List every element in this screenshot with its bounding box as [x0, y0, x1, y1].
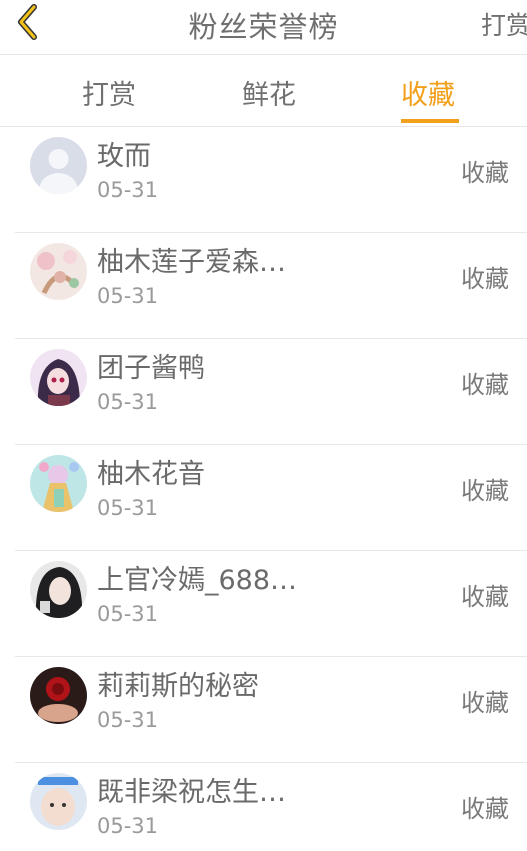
user-name: 柚木莲子爱森…: [97, 247, 286, 278]
page-title: 粉丝荣誉榜: [188, 10, 339, 44]
date: 05-31: [97, 390, 159, 414]
tab-favorites[interactable]: 收藏: [401, 73, 455, 112]
list-item[interactable]: 柚木花音 05-31 收藏: [0, 445, 527, 551]
action-label: 收藏: [461, 477, 509, 505]
user-name: 上官冷嫣_688…: [97, 565, 298, 596]
action-label: 收藏: [461, 159, 509, 187]
default-avatar: [30, 137, 87, 194]
user-name: 玫而: [97, 141, 151, 172]
fan-honor-page: 粉丝荣誉榜 打赏 打赏 鲜花 收藏 玫而 05-31 收藏 柚木莲子爱森… 05…: [0, 0, 527, 851]
date: 05-31: [97, 602, 159, 626]
action-label: 收藏: [461, 265, 509, 293]
action-label: 收藏: [461, 371, 509, 399]
dark-hair-avatar: [30, 561, 87, 618]
list-item[interactable]: 上官冷嫣_688… 05-31 收藏: [0, 551, 527, 657]
tab-tip[interactable]: 打赏: [82, 73, 136, 112]
anime-girl-avatar: [30, 349, 87, 406]
date: 05-31: [97, 708, 159, 732]
red-rose-avatar: [30, 667, 87, 724]
date: 05-31: [97, 496, 159, 520]
action-label: 收藏: [461, 689, 509, 717]
user-name: 柚木花音: [97, 459, 205, 490]
list-item[interactable]: 玫而 05-31 收藏: [0, 127, 527, 233]
date: 05-31: [97, 814, 159, 838]
list-item[interactable]: 团子酱鸭 05-31 收藏: [0, 339, 527, 445]
user-name: 莉莉斯的秘密: [97, 671, 259, 702]
tab-flowers[interactable]: 鲜花: [242, 73, 296, 112]
top-bar: 粉丝荣誉榜 打赏: [0, 0, 527, 55]
user-name: 团子酱鸭: [97, 353, 205, 384]
date: 05-31: [97, 284, 159, 308]
colorful-anime-avatar: [30, 455, 87, 512]
list-item[interactable]: 柚木莲子爱森… 05-31 收藏: [0, 233, 527, 339]
tip-button[interactable]: 打赏: [481, 6, 527, 42]
action-label: 收藏: [461, 795, 509, 823]
action-label: 收藏: [461, 583, 509, 611]
date: 05-31: [97, 178, 159, 202]
active-tab-indicator: [401, 119, 459, 123]
list-item[interactable]: 既非梁祝怎生… 05-31 收藏: [0, 763, 527, 851]
user-name: 既非梁祝怎生…: [97, 777, 286, 808]
list-item[interactable]: 莉莉斯的秘密 05-31 收藏: [0, 657, 527, 763]
child-photo-avatar: [30, 773, 87, 830]
tab-bar: 打赏 鲜花 收藏: [0, 55, 527, 127]
fan-list: 玫而 05-31 收藏 柚木莲子爱森… 05-31 收藏 团子酱鸭 05-31 …: [0, 127, 527, 851]
floral-avatar: [30, 243, 87, 300]
